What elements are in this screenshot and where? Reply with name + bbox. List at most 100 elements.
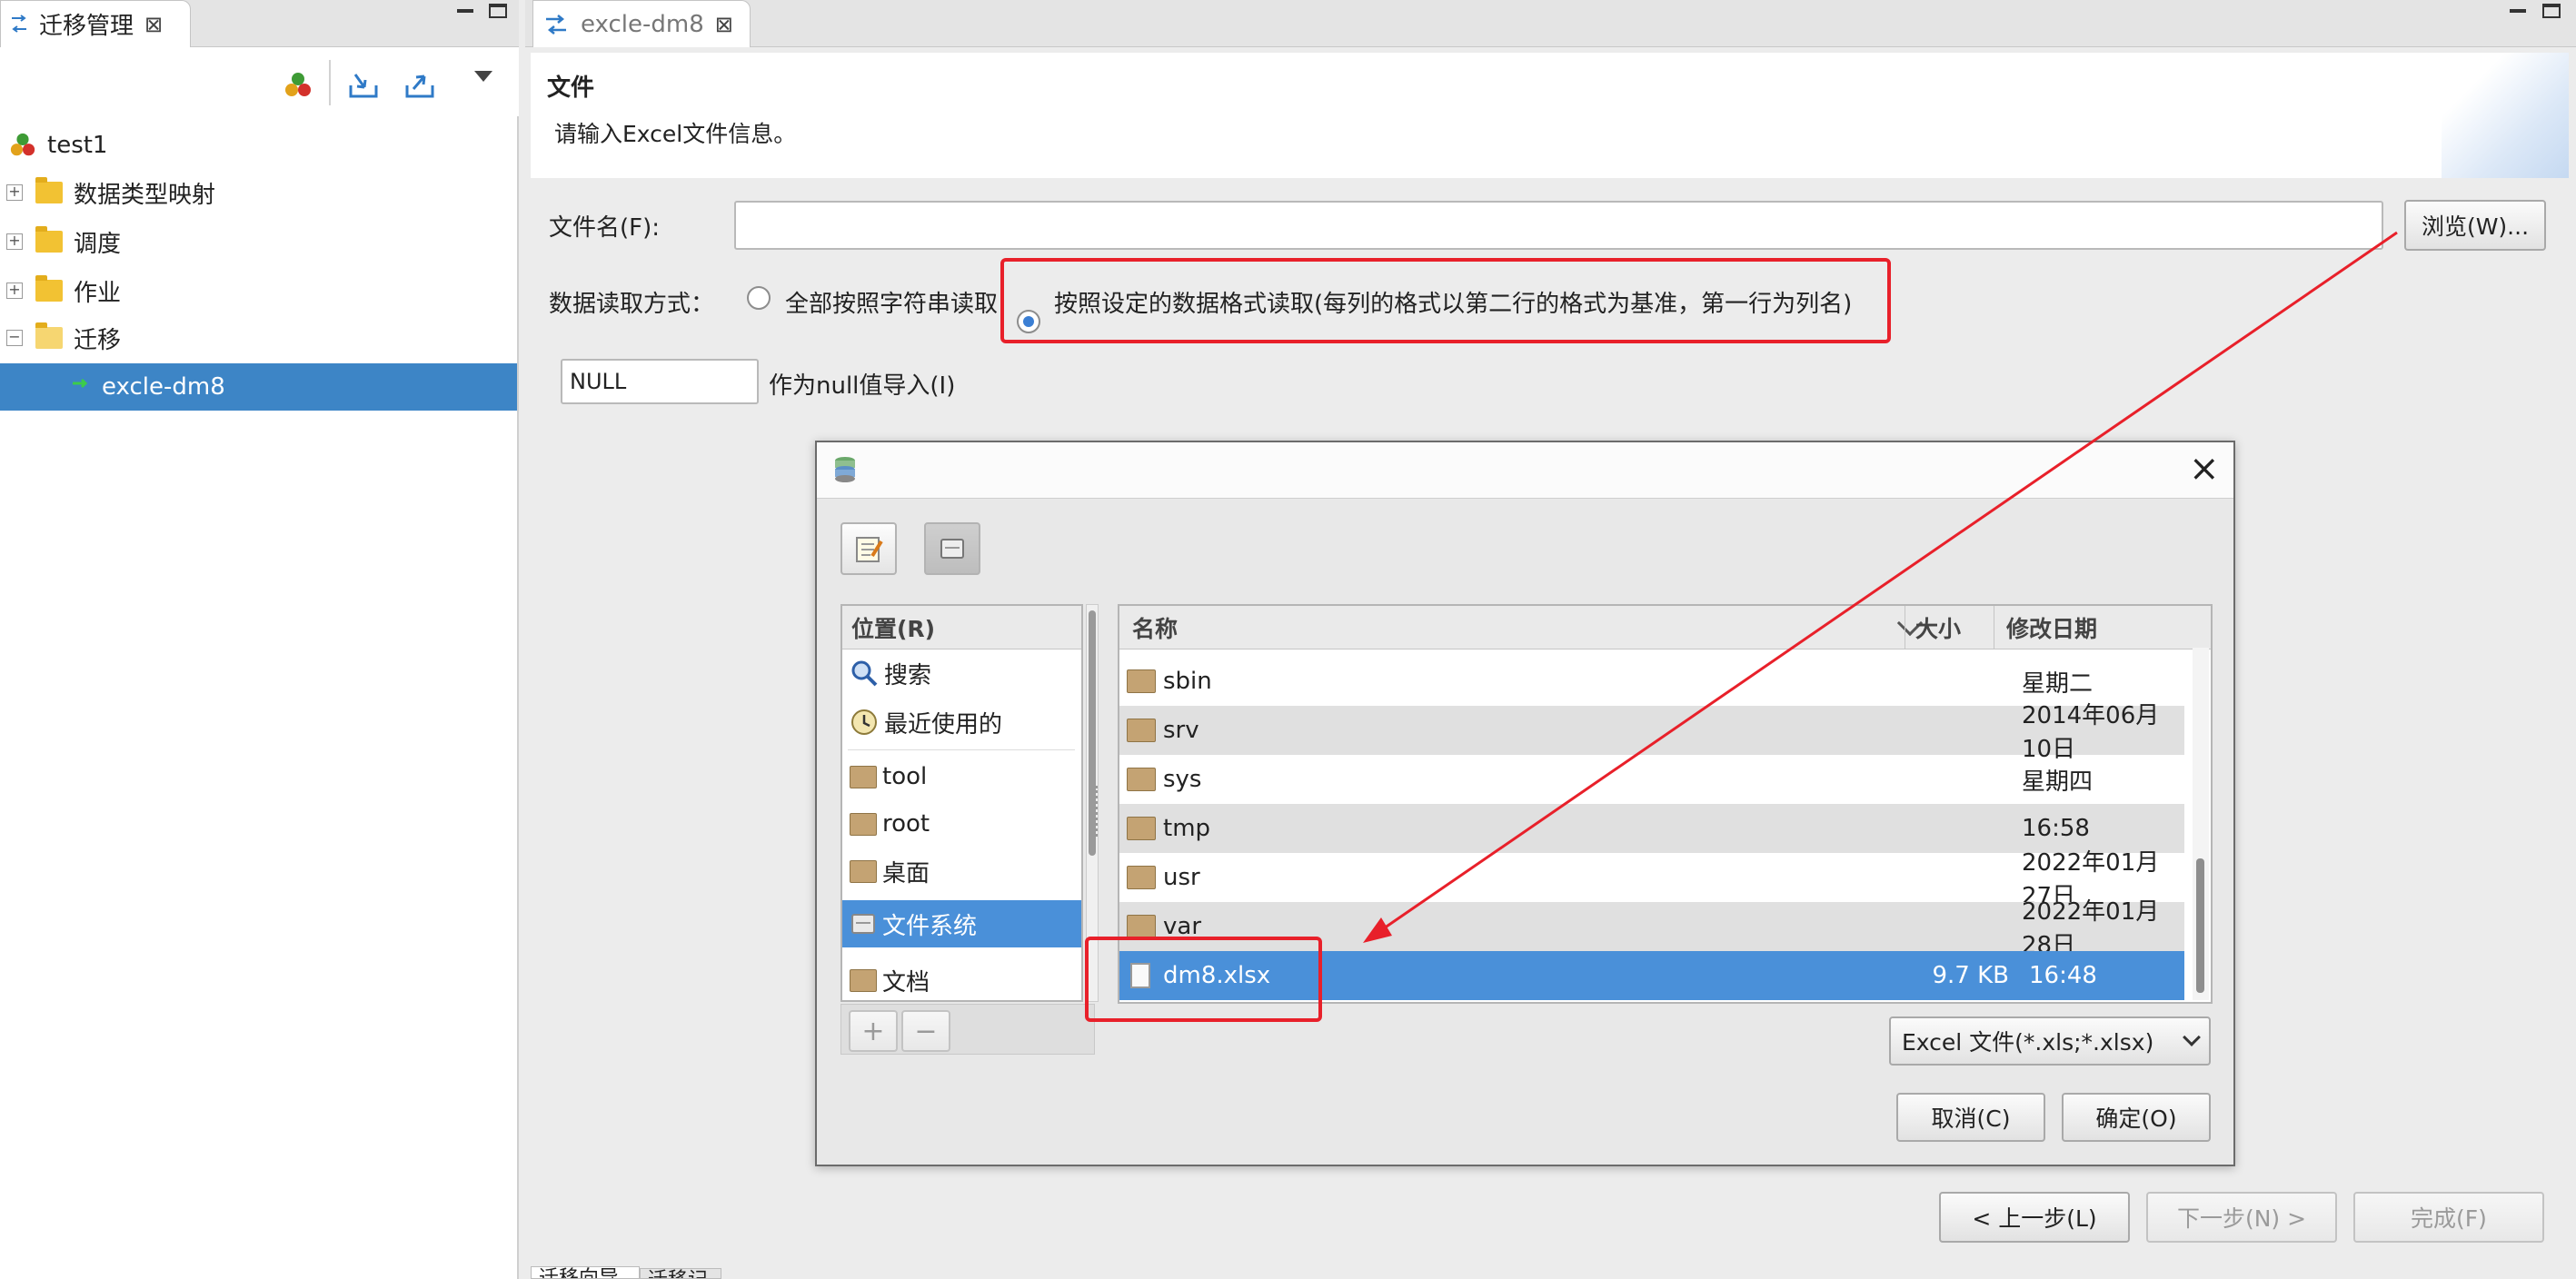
file-name: sbin xyxy=(1163,668,1212,695)
column-modified-header[interactable]: 修改日期 xyxy=(2006,611,2097,644)
search-icon xyxy=(851,660,878,687)
expand-icon[interactable]: + xyxy=(6,233,23,250)
minimize-editor-button[interactable] xyxy=(2510,9,2526,13)
place-label: root xyxy=(882,810,930,838)
place-documents[interactable]: 文档 xyxy=(842,957,1081,1000)
place-recent[interactable]: 最近使用的 xyxy=(842,699,1081,746)
add-bookmark-button[interactable]: + xyxy=(849,1010,898,1052)
place-label: 文档 xyxy=(882,968,930,996)
dialog-close-button[interactable]: × xyxy=(2189,448,2220,490)
left-view-tabbar: 迁移管理 ⊠ xyxy=(0,0,519,47)
place-tool[interactable]: tool xyxy=(842,753,1081,800)
null-value-input[interactable]: NULL xyxy=(561,359,759,404)
type-location-toggle[interactable] xyxy=(840,522,897,575)
export-icon xyxy=(405,74,434,98)
tree-item-test1[interactable]: test1 xyxy=(0,122,517,169)
close-icon[interactable]: ⊠ xyxy=(144,12,163,37)
recent-icon xyxy=(851,709,877,735)
pane-splitter-handle[interactable] xyxy=(1095,786,1099,837)
view-menu-icon[interactable] xyxy=(474,71,492,82)
file-type-filter-select[interactable]: Excel 文件(*.xls;*.xlsx) xyxy=(1889,1016,2211,1066)
file-name: tmp xyxy=(1163,815,1211,842)
migration-editor-icon xyxy=(546,14,566,35)
browse-button[interactable]: 浏览(W)... xyxy=(2404,200,2546,251)
file-chooser-dialog: × 位置(R) 搜索 最近使用的 tool root 桌面 文件系统 文档 + … xyxy=(815,441,2235,1166)
place-search[interactable]: 搜索 xyxy=(842,649,1081,697)
place-label: 最近使用的 xyxy=(884,710,1003,739)
file-modified: 2022年01月28日 xyxy=(2022,898,2160,959)
tree-item-excle-dm8[interactable]: excle-dm8 xyxy=(0,363,517,411)
maximize-editor-button[interactable] xyxy=(2542,4,2561,18)
file-list-header: 名称 大小 修改日期 xyxy=(1119,606,2211,649)
file-name-input[interactable] xyxy=(734,201,2383,250)
expand-icon[interactable]: + xyxy=(6,184,23,201)
file-modified: 16:58 xyxy=(2022,815,2090,842)
expand-icon[interactable]: + xyxy=(6,283,23,299)
database-app-icon xyxy=(835,457,855,482)
column-name-header[interactable]: 名称 xyxy=(1119,611,1901,644)
tab-excle-dm8[interactable]: excle-dm8 ⊠ xyxy=(532,0,751,47)
tree-item-label: 数据类型映射 xyxy=(74,181,216,209)
ok-button[interactable]: 确定(O) xyxy=(2062,1093,2211,1142)
folder-icon xyxy=(35,275,63,302)
minimize-view-button[interactable] xyxy=(457,9,473,13)
previous-button[interactable]: < 上一步(L) xyxy=(1939,1192,2130,1243)
column-size-header[interactable]: 大小 xyxy=(1915,611,1961,644)
import-button[interactable] xyxy=(343,65,383,105)
maximize-view-button[interactable] xyxy=(489,4,507,18)
file-list-scrollbar[interactable] xyxy=(2193,648,2209,1000)
import-icon xyxy=(349,74,378,98)
remove-bookmark-button[interactable]: − xyxy=(901,1010,950,1052)
tab-migration-log[interactable]: 迁移记 xyxy=(640,1268,721,1279)
edit-path-icon xyxy=(856,537,883,562)
place-root[interactable]: root xyxy=(842,800,1081,848)
place-desktop[interactable]: 桌面 xyxy=(842,848,1081,895)
tree-item-label: test1 xyxy=(47,132,108,159)
file-highlight-annotation xyxy=(1085,937,1322,1022)
tree-item-schedule[interactable]: + 调度 xyxy=(0,218,517,265)
folder-icon xyxy=(1127,768,1156,791)
migration-item-icon xyxy=(73,379,88,389)
export-button[interactable] xyxy=(400,65,440,105)
tab-migration-wizard[interactable]: 迁移向导 xyxy=(531,1266,640,1279)
place-label: 搜索 xyxy=(884,661,932,689)
wizard-header: 文件 请输入Excel文件信息。 xyxy=(531,53,2569,178)
file-name: srv xyxy=(1163,717,1199,744)
close-icon[interactable]: ⊠ xyxy=(715,12,733,37)
tree-item-datatype-mapping[interactable]: + 数据类型映射 xyxy=(0,169,517,216)
file-modified: 2014年06月10日 xyxy=(2022,702,2160,763)
file-modified: 星期二 xyxy=(2022,669,2094,698)
read-mode-label: 数据读取方式： xyxy=(549,291,715,318)
read-all-as-string-radio[interactable] xyxy=(747,286,771,310)
places-buttons-bar: + − xyxy=(840,1004,1095,1055)
collapse-icon[interactable]: − xyxy=(6,330,23,346)
file-row[interactable]: sys 星期四 xyxy=(1119,755,2184,804)
next-button[interactable]: 下一步(N) > xyxy=(2146,1192,2337,1243)
place-label: 桌面 xyxy=(882,859,930,887)
file-row[interactable]: srv 2014年06月10日 xyxy=(1119,702,2184,763)
file-name: sys xyxy=(1163,766,1202,793)
tree-item-label: 迁移 xyxy=(74,326,122,354)
finish-button[interactable]: 完成(F) xyxy=(2353,1192,2544,1243)
wizard-page-title: 文件 xyxy=(547,74,595,102)
folder-icon xyxy=(35,177,63,203)
filesystem-root-toggle[interactable] xyxy=(924,522,980,575)
folder-icon xyxy=(1127,719,1156,742)
tab-migration-management[interactable]: 迁移管理 ⊠ xyxy=(0,0,191,47)
tree-item-migration[interactable]: − 迁移 xyxy=(0,314,517,362)
desktop-folder-icon xyxy=(850,859,877,883)
folder-icon xyxy=(1127,866,1156,889)
cancel-button[interactable]: 取消(C) xyxy=(1896,1093,2045,1142)
tree-item-jobs[interactable]: + 作业 xyxy=(0,267,517,314)
read-all-as-string-label[interactable]: 全部按照字符串读取 xyxy=(785,285,998,319)
place-label: tool xyxy=(882,763,928,790)
tree-item-label: 作业 xyxy=(74,279,122,307)
file-list-scrollbar-thumb[interactable] xyxy=(2196,858,2204,993)
file-size: 9.7 KB xyxy=(1932,962,2010,989)
folder-icon xyxy=(1127,817,1156,840)
place-filesystem[interactable]: 文件系统 xyxy=(842,900,1081,947)
editor-tabbar: excle-dm8 ⊠ xyxy=(525,0,2576,47)
home-folder-icon xyxy=(850,812,877,836)
new-project-button[interactable] xyxy=(278,65,318,105)
null-value-label: 作为null值导入(I) xyxy=(769,372,956,400)
